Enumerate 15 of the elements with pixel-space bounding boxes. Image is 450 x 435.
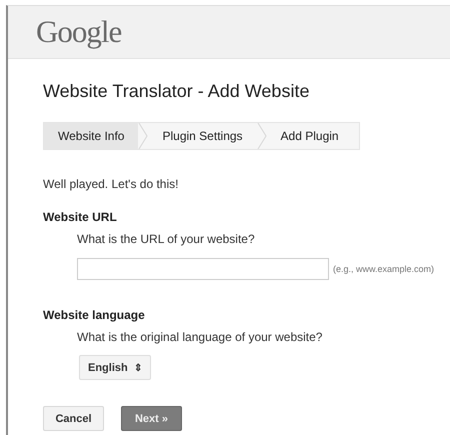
question-text: What is the URL of your website? (77, 232, 256, 246)
url-input-field[interactable] (77, 258, 329, 280)
step-tab[interactable]: Website Info (44, 123, 138, 149)
question-text: What is the original language of your website? (77, 330, 324, 344)
section-heading: Website language (43, 308, 146, 322)
language-dropdown[interactable]: English ⇕ (79, 355, 151, 380)
section-heading: Website URL (43, 210, 118, 224)
logo: Google (36, 14, 122, 50)
page-title: Website Translator - Add Website (43, 81, 310, 102)
step-tab[interactable]: Add Plugin (266, 123, 353, 149)
cancel-button[interactable]: Cancel (43, 406, 104, 431)
next-button[interactable]: Next » (121, 406, 182, 431)
hint-text: (e.g., www.example.com) (333, 264, 434, 274)
intro-text: Well played. Let's do this! (43, 177, 180, 191)
step-tab[interactable]: Plugin Settings (148, 123, 257, 149)
